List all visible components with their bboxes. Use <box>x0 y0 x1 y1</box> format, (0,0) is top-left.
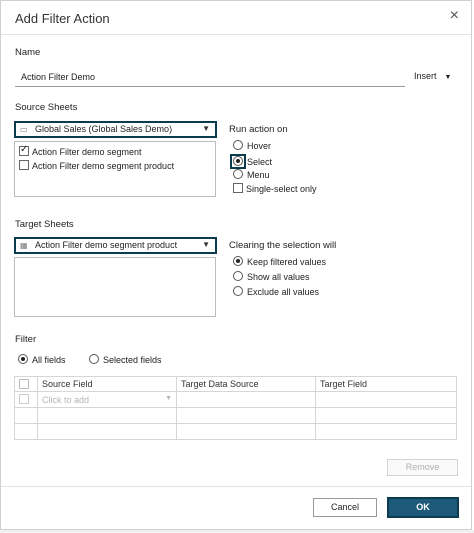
table-row: Click to add ▼ <box>14 391 457 408</box>
table-header-row: Source Field Target Data Source Target F… <box>14 376 457 392</box>
single-select-label: Single-select only <box>246 184 317 194</box>
source-datasource-select[interactable]: ▭ Global Sales (Global Sales Demo) ▼ <box>14 121 217 138</box>
source-sheets-label: Source Sheets <box>15 102 78 113</box>
radio-show-all[interactable] <box>233 271 243 281</box>
show-all-label: Show all values <box>247 272 310 282</box>
run-action-hover-label: Hover <box>247 141 272 151</box>
empty-cell <box>37 407 177 424</box>
dialog-titlebar: Add Filter Action × <box>1 1 471 35</box>
source-sheet-checkbox[interactable] <box>19 160 29 170</box>
source-sheet-item[interactable]: Action Filter demo segment product <box>19 160 174 171</box>
field-mapping-table: Source Field Target Data Source Target F… <box>14 376 457 440</box>
empty-cell <box>315 407 457 424</box>
action-name-input[interactable] <box>15 67 405 87</box>
chevron-down-icon: ▼ <box>444 74 452 81</box>
exclude-all-label: Exclude all values <box>247 287 320 297</box>
radio-all-fields[interactable] <box>18 354 28 364</box>
filter-label: Filter <box>15 334 37 345</box>
database-icon: ▭ <box>20 125 28 134</box>
column-header-source-field[interactable]: Source Field <box>37 376 177 392</box>
single-select-only-option[interactable]: Single-select only <box>233 183 317 194</box>
source-sheet-label: Action Filter demo segment <box>32 147 142 157</box>
footer-divider <box>1 486 471 487</box>
radio-exclude-all[interactable] <box>233 286 243 296</box>
sheet-icon: ▦ <box>20 241 28 250</box>
close-icon[interactable]: × <box>450 8 459 24</box>
empty-cell <box>176 407 316 424</box>
target-field-cell <box>315 391 457 408</box>
select-all-cell[interactable] <box>14 376 38 392</box>
source-sheet-checkbox[interactable] <box>19 144 29 156</box>
table-row <box>14 423 457 440</box>
source-sheet-item[interactable]: Action Filter demo segment <box>19 144 142 157</box>
chevron-down-icon: ▼ <box>165 394 172 402</box>
run-action-menu-option[interactable]: Menu <box>233 169 270 180</box>
run-action-select-option[interactable]: Select <box>230 154 273 169</box>
radio-selected-fields[interactable] <box>89 354 99 364</box>
run-action-label: Run action on <box>229 124 288 135</box>
single-select-checkbox[interactable] <box>233 183 243 193</box>
radio-menu[interactable] <box>233 169 243 179</box>
dialog-title: Add Filter Action <box>15 11 110 26</box>
radio-keep-filtered[interactable] <box>233 256 243 266</box>
empty-cell <box>176 423 316 440</box>
focus-ring <box>230 154 246 169</box>
empty-cell <box>315 423 457 440</box>
keep-filtered-label: Keep filtered values <box>247 257 327 267</box>
empty-cell <box>37 423 177 440</box>
row-checkbox[interactable] <box>19 394 29 404</box>
source-sheets-list: Action Filter demo segment Action Filter… <box>14 141 216 197</box>
add-filter-action-dialog: Add Filter Action × Name Insert ▼ Source … <box>0 0 472 530</box>
name-label: Name <box>15 47 41 58</box>
all-fields-option[interactable]: All fields <box>18 354 66 365</box>
target-sheet-value: Action Filter demo segment product <box>35 240 178 250</box>
column-header-target-data-source[interactable]: Target Data Source <box>176 376 316 392</box>
radio-select[interactable] <box>233 156 243 166</box>
run-action-menu-label: Menu <box>247 170 270 180</box>
selected-fields-label: Selected fields <box>103 355 162 365</box>
chevron-down-icon: ▼ <box>202 124 210 133</box>
clearing-label: Clearing the selection will <box>229 240 337 251</box>
table-row <box>14 407 457 424</box>
column-header-target-field[interactable]: Target Field <box>315 376 457 392</box>
target-sheets-list <box>14 257 216 317</box>
source-datasource-value: Global Sales (Global Sales Demo) <box>35 124 173 134</box>
insert-dropdown[interactable]: Insert ▼ <box>414 71 451 81</box>
source-field-combo[interactable]: Click to add ▼ <box>37 391 177 408</box>
chevron-down-icon: ▼ <box>202 240 210 249</box>
run-action-hover-option[interactable]: Hover <box>233 140 271 151</box>
target-sheet-select[interactable]: ▦ Action Filter demo segment product ▼ <box>14 237 217 254</box>
empty-cell <box>14 423 38 440</box>
exclude-all-option[interactable]: Exclude all values <box>233 286 319 297</box>
keep-filtered-option[interactable]: Keep filtered values <box>233 256 326 267</box>
radio-hover[interactable] <box>233 140 243 150</box>
run-action-select-label: Select <box>247 157 273 167</box>
click-to-add-placeholder: Click to add <box>42 394 90 405</box>
remove-button[interactable]: Remove <box>387 459 458 476</box>
cancel-button[interactable]: Cancel <box>313 498 377 517</box>
insert-label: Insert <box>414 71 437 81</box>
target-sheets-label: Target Sheets <box>15 219 74 230</box>
empty-cell <box>14 407 38 424</box>
all-fields-label: All fields <box>32 355 66 365</box>
ok-button[interactable]: OK <box>387 497 459 518</box>
show-all-option[interactable]: Show all values <box>233 271 310 282</box>
target-data-source-cell <box>176 391 316 408</box>
source-sheet-label: Action Filter demo segment product <box>32 161 175 171</box>
select-all-checkbox[interactable] <box>19 378 29 389</box>
row-checkbox-cell[interactable] <box>14 391 38 408</box>
selected-fields-option[interactable]: Selected fields <box>89 354 162 365</box>
